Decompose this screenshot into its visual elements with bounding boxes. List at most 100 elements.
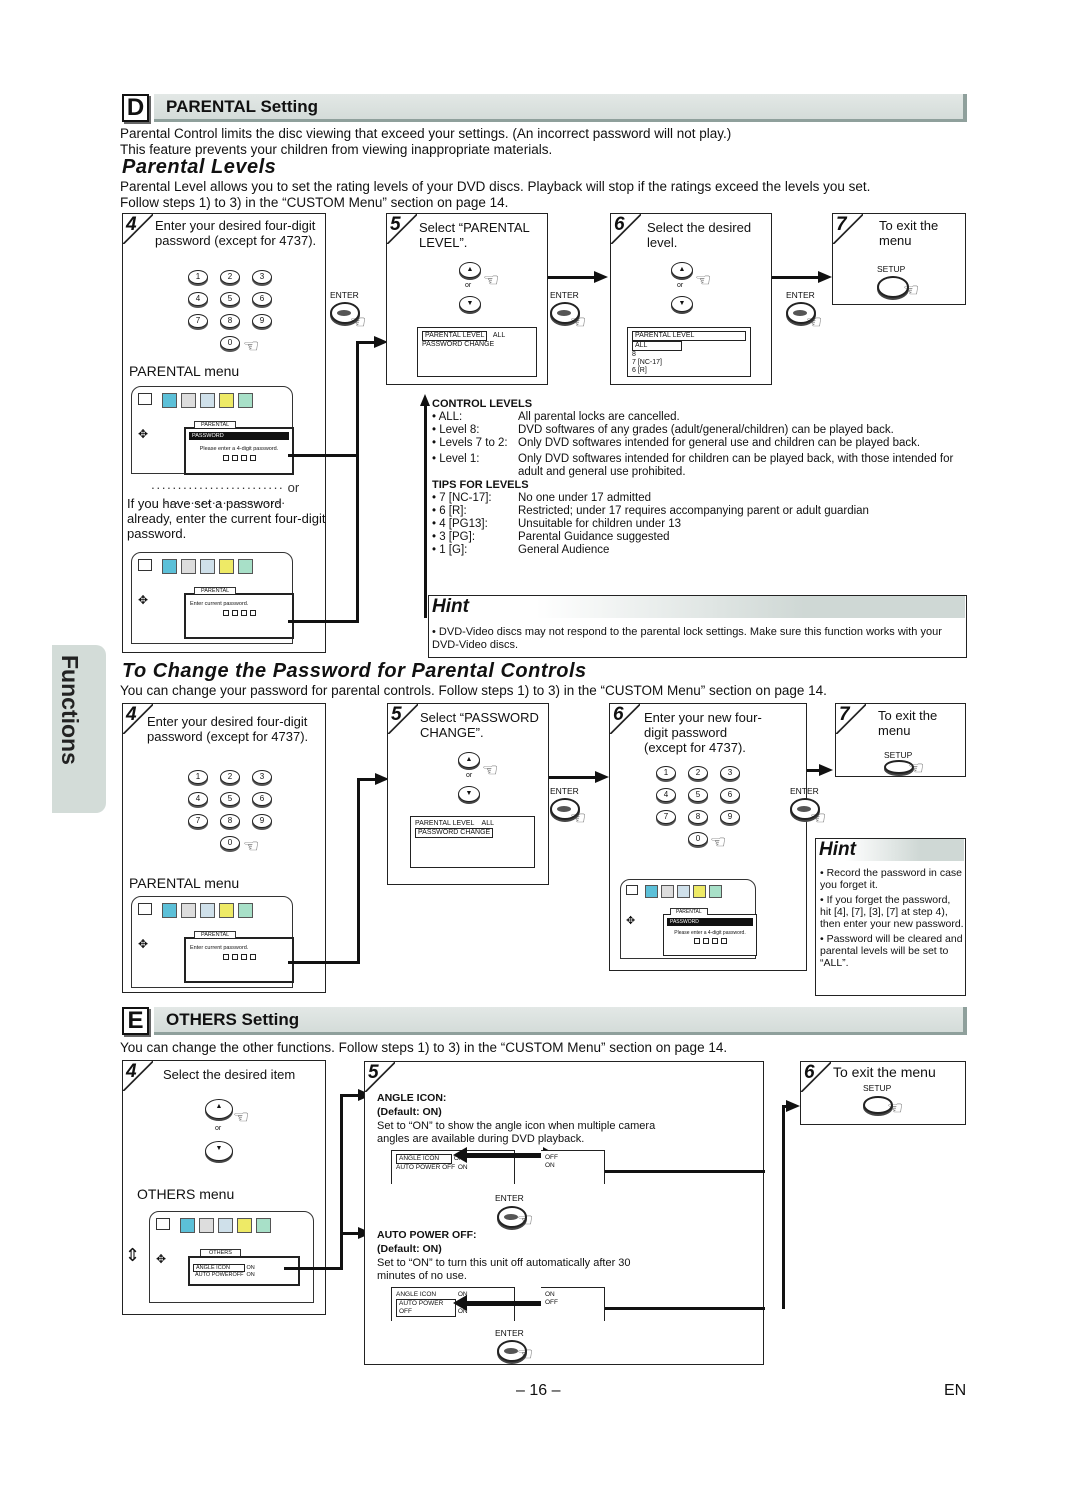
key-0[interactable]: 0: [220, 336, 240, 350]
down-button[interactable]: ▼: [458, 786, 480, 802]
tips-title: TIPS FOR LEVELS: [432, 479, 529, 491]
osd-tab: OTHERS: [200, 1249, 241, 1256]
osd-prompt: Enter current password.: [190, 945, 249, 951]
step-number: 7: [839, 704, 850, 725]
key-0[interactable]: 0: [220, 836, 240, 850]
up-button[interactable]: ▲: [459, 262, 481, 278]
pointing-hand-icon: ☜: [517, 1344, 534, 1364]
osd-prompt: Enter current password.: [190, 601, 249, 607]
key-9[interactable]: 9: [720, 810, 740, 824]
pointing-hand-icon: ☜: [482, 760, 499, 780]
pointing-hand-icon: ☜: [233, 1107, 250, 1127]
tv-icon: [626, 885, 638, 895]
levels-desc-1: Parental Level allows you to set the rat…: [120, 179, 871, 194]
key-1[interactable]: 1: [656, 766, 676, 780]
password-step-7: 7 To exit the menu SETUP ☜: [835, 703, 966, 778]
display-icon: [199, 1218, 214, 1233]
language-icon: [162, 559, 177, 574]
table-row: • 6 [R]: Restricted; under 17 requires ac…: [432, 505, 869, 517]
key-2[interactable]: 2: [220, 270, 240, 284]
osd-value: OFF: [545, 1154, 558, 1161]
step-number: 6: [804, 1062, 815, 1083]
pointing-hand-icon: ☜: [570, 808, 587, 828]
current-password-dialog: PARENTAL Enter current password.: [184, 587, 294, 639]
menu-icon-row: [645, 885, 722, 898]
down-button[interactable]: ▼: [671, 296, 693, 312]
others-menu-screen: ✥ OTHERS ANGLE ICON ON AUTO POWEROFF ON: [149, 1211, 314, 1303]
key-3[interactable]: 3: [720, 766, 740, 780]
key-7[interactable]: 7: [188, 314, 208, 328]
key-9[interactable]: 9: [252, 814, 272, 828]
pointing-hand-icon: ☜: [695, 270, 712, 290]
key-4[interactable]: 4: [656, 788, 676, 802]
hint-title: Hint: [816, 839, 964, 861]
key-4[interactable]: 4: [188, 792, 208, 806]
auto-power-off-default: (Default: ON): [377, 1243, 442, 1255]
side-tab: Functions: [52, 645, 106, 813]
key-8[interactable]: 8: [220, 814, 240, 828]
key-0[interactable]: 0: [688, 832, 708, 846]
key-2[interactable]: 2: [688, 766, 708, 780]
osd-item-selected: ANGLE ICON: [193, 1264, 245, 1272]
up-button[interactable]: ▲: [205, 1099, 233, 1119]
angle-icon-desc: Set to “ON” to show the angle icon when …: [377, 1120, 656, 1145]
key-7[interactable]: 7: [188, 814, 208, 828]
down-button[interactable]: ▼: [205, 1141, 233, 1161]
menu-icon-row: [162, 393, 253, 408]
connector-line: [340, 1094, 360, 1097]
key-5[interactable]: 5: [220, 792, 240, 806]
password-desc: You can change your password for parenta…: [120, 683, 827, 698]
connector-line: [424, 404, 427, 618]
levels-step-7: 7 To exit the menu SETUP ☜: [832, 213, 966, 305]
connector-line: [288, 961, 360, 964]
key-9[interactable]: 9: [252, 314, 272, 328]
key-3[interactable]: 3: [252, 770, 272, 784]
connector-line: [357, 778, 377, 781]
tv-icon: [156, 1218, 170, 1230]
audio-icon: [200, 559, 215, 574]
osd-prompt: Please enter a 4-digit password.: [199, 446, 279, 452]
key-1[interactable]: 1: [188, 770, 208, 784]
up-button[interactable]: ▲: [458, 752, 480, 768]
key-3[interactable]: 3: [252, 270, 272, 284]
osd-level: 6 [R]: [632, 367, 647, 374]
key-4[interactable]: 4: [188, 292, 208, 306]
password-boxes: [664, 938, 756, 944]
key-7[interactable]: 7: [656, 810, 676, 824]
osd-item: AUTO POWER OFF: [396, 1164, 456, 1171]
menu-icon-row: [162, 903, 253, 918]
pointing-hand-icon: ☜: [903, 280, 920, 300]
key-6[interactable]: 6: [252, 792, 272, 806]
step-number: 6: [613, 704, 624, 725]
up-button[interactable]: ▲: [671, 262, 693, 278]
dpad-icon: ✥: [626, 915, 636, 927]
language-icon: [162, 393, 177, 408]
osd-value: ON: [457, 1164, 468, 1171]
dpad-icon: ✥: [138, 427, 149, 441]
key-8[interactable]: 8: [688, 810, 708, 824]
others-dialog: OTHERS ANGLE ICON ON AUTO POWEROFF ON: [188, 1249, 300, 1286]
key-5[interactable]: 5: [688, 788, 708, 802]
section-letter: D: [122, 94, 149, 122]
key-6[interactable]: 6: [252, 292, 272, 306]
lock-icon: [219, 903, 234, 918]
key-1[interactable]: 1: [188, 270, 208, 284]
down-button[interactable]: ▼: [459, 296, 481, 312]
key-8[interactable]: 8: [220, 314, 240, 328]
step-text: Select the desired item: [163, 1067, 296, 1082]
pointing-hand-icon: ☜: [806, 312, 823, 332]
step-number: 5: [390, 214, 401, 235]
others-icon: [238, 903, 253, 918]
lock-icon: [237, 1218, 252, 1233]
key-2[interactable]: 2: [220, 770, 240, 784]
enter-label: ENTER: [495, 1193, 524, 1203]
menu-label: PARENTAL menu: [129, 875, 240, 891]
language-code: EN: [944, 1382, 967, 1399]
table-row: • 4 [PG13]: Unsuitable for children under…: [432, 518, 682, 530]
table-row: • Level 1: Only DVD softwares intended fo…: [432, 453, 954, 478]
key-5[interactable]: 5: [220, 292, 240, 306]
number-keypad: 1 2 3 4 5 6 7 8 9 0: [656, 766, 740, 846]
step-number: 5: [368, 1062, 379, 1083]
step-number: 6: [614, 214, 625, 235]
key-6[interactable]: 6: [720, 788, 740, 802]
